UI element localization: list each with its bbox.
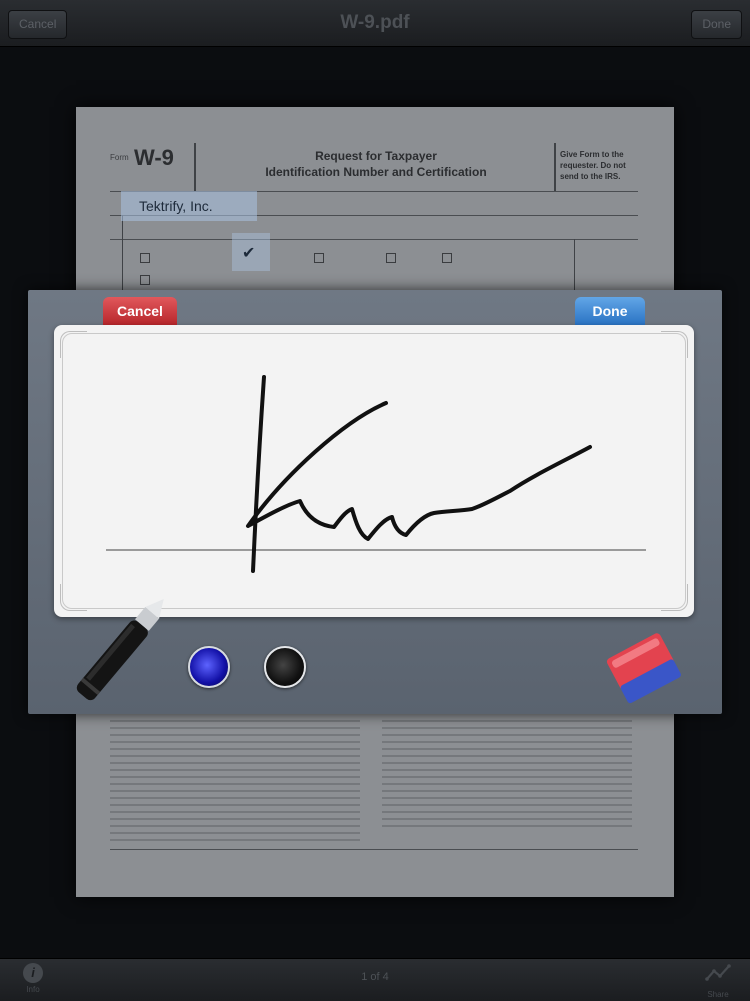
name-field[interactable]: Tektrify, Inc.	[121, 191, 257, 221]
form-heading-line1: Request for Taxpayer	[315, 149, 437, 163]
checkbox[interactable]	[386, 253, 396, 263]
info-label: Info	[26, 985, 40, 994]
form-prefix: Form	[110, 153, 129, 162]
checkbox[interactable]	[442, 253, 452, 263]
form-rule	[110, 239, 638, 240]
form-heading-line2: Identification Number and Certification	[265, 165, 487, 179]
form-sidenote: Give Form to the requester. Do not send …	[560, 150, 626, 181]
share-button[interactable]: Share	[700, 963, 736, 999]
signature-cancel-button[interactable]: Cancel	[103, 297, 177, 325]
share-icon	[705, 964, 731, 981]
form-divider	[122, 215, 123, 295]
signature-stroke	[246, 375, 592, 573]
top-navigation-bar: Cancel W-9.pdf Done	[0, 0, 750, 47]
eraser-icon[interactable]	[596, 620, 696, 716]
text-block-left	[110, 715, 360, 845]
checkbox[interactable]	[140, 253, 150, 263]
signature-canvas[interactable]	[54, 325, 694, 617]
black-ink-swatch[interactable]	[264, 646, 306, 688]
top-done-button[interactable]: Done	[691, 10, 742, 39]
document-title: W-9.pdf	[340, 12, 410, 33]
signature-done-button[interactable]: Done	[575, 297, 645, 325]
checkmark-icon: ✔	[242, 245, 256, 262]
form-divider	[554, 143, 556, 191]
pen-icon[interactable]	[48, 582, 188, 722]
share-label: Share	[707, 990, 729, 999]
checkbox[interactable]	[314, 253, 324, 263]
bottom-toolbar: i Info 1 of 4 Share	[0, 958, 750, 1001]
checkbox[interactable]	[140, 275, 150, 285]
page-indicator: 1 of 4	[361, 971, 389, 983]
form-number: W-9	[134, 145, 174, 170]
form-divider	[194, 143, 196, 191]
form-rule	[110, 849, 638, 850]
blue-ink-swatch[interactable]	[188, 646, 230, 688]
text-block-right	[382, 715, 632, 827]
form-divider	[574, 239, 575, 295]
signature-panel: Cancel Done	[28, 290, 722, 714]
